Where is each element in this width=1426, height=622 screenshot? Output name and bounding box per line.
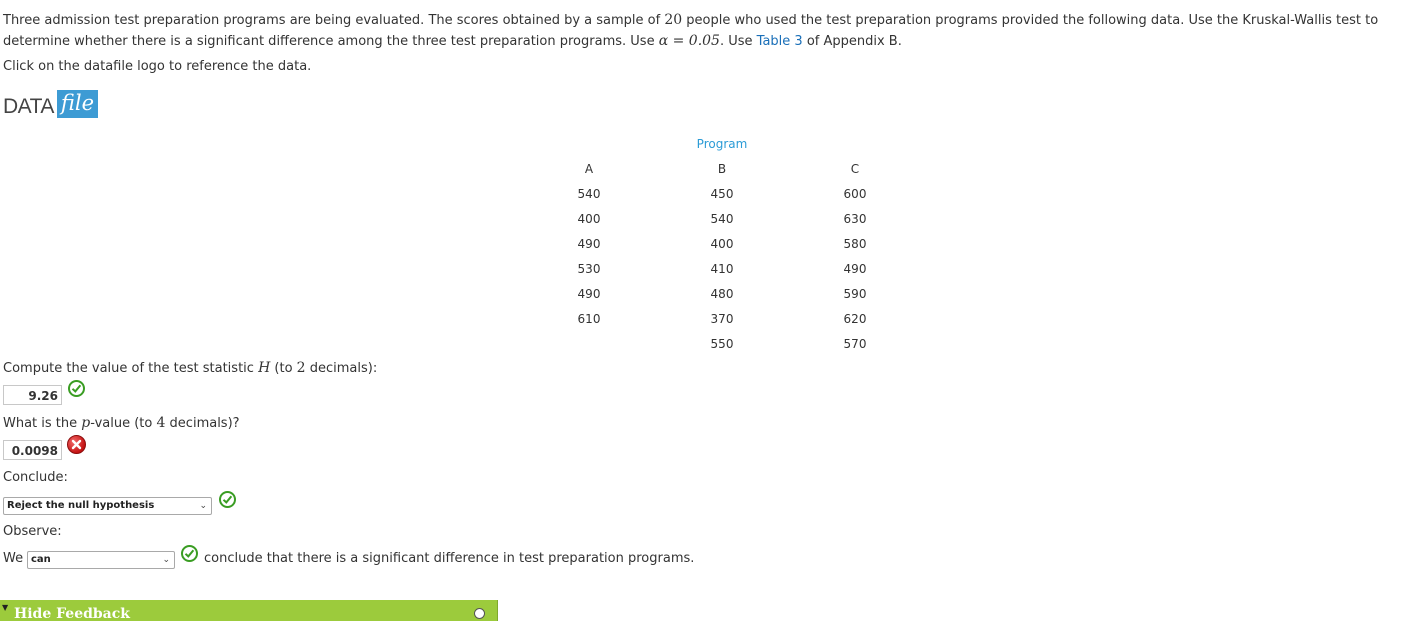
table-cell: 490 — [577, 287, 601, 301]
q2-text: What is the — [3, 416, 82, 431]
q2-text-2: -value (to — [90, 416, 157, 431]
table-cell: 630 — [843, 212, 867, 226]
table-cell: 590 — [843, 287, 867, 301]
logo-data-text: DATA — [3, 95, 54, 118]
question-p-value: What is the p-value (to 4 decimals)? — [3, 415, 240, 431]
datafile-instruction: Click on the datafile logo to reference … — [3, 59, 312, 74]
conclude-selected-value: Reject the null hypothesis — [7, 500, 155, 511]
intro-text-3: . Use — [719, 34, 757, 49]
check-circle-icon — [219, 491, 236, 508]
table-cell: 570 — [843, 337, 867, 351]
table-cell: 530 — [577, 262, 601, 276]
var-h: H — [258, 360, 271, 376]
observe-selected-value: can — [31, 554, 51, 565]
intro-text-1: Three admission test preparation program… — [3, 13, 665, 28]
table-cell: 400 — [577, 212, 601, 226]
q1-text: Compute the value of the test statistic — [3, 361, 259, 376]
table-cell: 450 — [710, 187, 734, 201]
table-cell: 540 — [710, 212, 734, 226]
table-cell: 480 — [710, 287, 734, 301]
pencil-icon[interactable] — [474, 608, 485, 619]
datafile-logo[interactable]: DATA file — [3, 88, 99, 118]
table-group-header: Program — [696, 137, 748, 151]
table-cell: 490 — [577, 237, 601, 251]
question-h-statistic: Compute the value of the test statistic … — [3, 360, 377, 376]
table-cell: 410 — [710, 262, 734, 276]
q1-decimals: 2 — [296, 360, 306, 376]
table-cell: 540 — [577, 187, 601, 201]
triangle-down-icon: ▼ — [2, 603, 9, 612]
check-circle-icon — [181, 545, 198, 562]
observe-conclusion-text: conclude that there is a significant dif… — [204, 551, 695, 566]
observe-select[interactable]: can ⌄ — [27, 551, 175, 569]
intro-text-4: of Appendix B. — [802, 34, 902, 49]
observe-we-text: We — [3, 551, 24, 566]
var-p: p — [81, 415, 91, 431]
table-cell: 370 — [710, 312, 734, 326]
sample-size: 20 — [664, 12, 683, 28]
chevron-down-icon: ⌄ — [199, 501, 207, 511]
conclude-label: Conclude: — [3, 470, 68, 485]
table-cell: 580 — [843, 237, 867, 251]
h-statistic-input[interactable]: 9.26 — [3, 385, 62, 405]
table-cell: 620 — [843, 312, 867, 326]
check-circle-icon — [68, 380, 85, 397]
column-header-c: C — [850, 162, 860, 176]
feedback-bar[interactable]: ▼ Hide Feedback — [0, 600, 498, 622]
hide-feedback-label: Hide Feedback — [14, 606, 130, 622]
alpha-value: α = 0.05 — [658, 33, 720, 49]
p-value-input[interactable]: 0.0098 — [3, 440, 62, 460]
conclude-select[interactable]: Reject the null hypothesis ⌄ — [3, 497, 212, 515]
table-cell: 490 — [843, 262, 867, 276]
table-cell: 610 — [577, 312, 601, 326]
chevron-down-icon: ⌄ — [162, 555, 170, 565]
column-header-a: A — [584, 162, 594, 176]
table-cell: 400 — [710, 237, 734, 251]
x-circle-icon — [67, 435, 86, 454]
logo-file-text: file — [56, 90, 99, 118]
column-header-b: B — [717, 162, 727, 176]
q1-text-2: (to — [270, 361, 297, 376]
observe-label: Observe: — [3, 524, 62, 539]
q1-text-3: decimals): — [305, 361, 378, 376]
q2-text-3: decimals)? — [165, 416, 240, 431]
table-cell: 600 — [843, 187, 867, 201]
problem-statement: Three admission test preparation program… — [3, 10, 1418, 52]
table-cell: 550 — [710, 337, 734, 351]
table-3-link[interactable]: Table 3 — [757, 34, 803, 49]
